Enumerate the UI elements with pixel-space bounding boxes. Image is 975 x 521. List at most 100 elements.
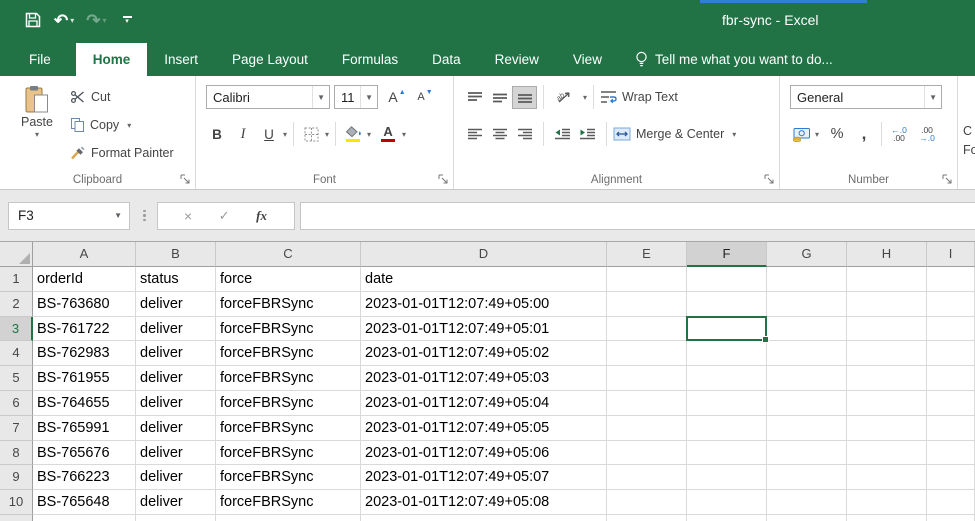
cell-A3[interactable]: BS-761722 [33, 317, 136, 342]
decrease-indent-button[interactable] [550, 123, 575, 146]
column-header-B[interactable]: B [136, 242, 216, 267]
cell-F6[interactable] [687, 391, 767, 416]
borders-dropdown-icon[interactable]: ▾ [325, 130, 329, 139]
cell-A5[interactable]: BS-761955 [33, 366, 136, 391]
orientation-button[interactable]: ab [550, 86, 580, 109]
cell-E4[interactable] [607, 341, 687, 366]
cell-D1[interactable]: date [361, 267, 607, 292]
clipboard-dialog-launcher-icon[interactable] [180, 174, 191, 185]
cell-E8[interactable] [607, 441, 687, 466]
cell-G7[interactable] [767, 416, 847, 441]
cell-F8[interactable] [687, 441, 767, 466]
select-all-button[interactable] [0, 242, 33, 267]
cell-B1[interactable]: status [136, 267, 216, 292]
accounting-dropdown-icon[interactable]: ▾ [815, 130, 819, 139]
cell-G1[interactable] [767, 267, 847, 292]
font-color-dropdown-icon[interactable]: ▾ [402, 130, 406, 139]
column-header-F[interactable]: F [687, 242, 767, 267]
cell-H7[interactable] [847, 416, 927, 441]
copy-button[interactable]: Copy ▾ [70, 113, 174, 137]
cell-B6[interactable]: deliver [136, 391, 216, 416]
row-header-1[interactable]: 1 [0, 267, 33, 292]
cell-C2[interactable]: forceFBRSync [216, 292, 361, 317]
cell-C3[interactable]: forceFBRSync [216, 317, 361, 342]
cancel-icon[interactable]: × [184, 208, 192, 224]
cell-I8[interactable] [927, 441, 975, 466]
cell-D7[interactable]: 2023-01-01T12:07:49+05:05 [361, 416, 607, 441]
row-header-5[interactable]: 5 [0, 366, 33, 391]
cell-H9[interactable] [847, 465, 927, 490]
column-header-D[interactable]: D [361, 242, 607, 267]
cell-A6[interactable]: BS-764655 [33, 391, 136, 416]
cell-F9[interactable] [687, 465, 767, 490]
chevron-down-icon[interactable]: ▼ [312, 86, 329, 108]
cell-D9[interactable]: 2023-01-01T12:07:49+05:07 [361, 465, 607, 490]
column-header-G[interactable]: G [767, 242, 847, 267]
cell-G5[interactable] [767, 366, 847, 391]
font-size-combo[interactable]: 11 ▼ [334, 85, 378, 109]
column-header-C[interactable]: C [216, 242, 361, 267]
number-dialog-launcher-icon[interactable] [942, 174, 953, 185]
cell-C8[interactable]: forceFBRSync [216, 441, 361, 466]
row-header-2[interactable]: 2 [0, 292, 33, 317]
cell-B3[interactable]: deliver [136, 317, 216, 342]
cell-C6[interactable]: forceFBRSync [216, 391, 361, 416]
cell-H4[interactable] [847, 341, 927, 366]
tab-page-layout[interactable]: Page Layout [215, 43, 325, 76]
undo-button[interactable]: ↶ ▾ [54, 12, 74, 29]
cell-E6[interactable] [607, 391, 687, 416]
merge-center-button[interactable]: Merge & Center ▾ [613, 127, 736, 141]
cell-G10[interactable] [767, 490, 847, 515]
tab-formulas[interactable]: Formulas [325, 43, 415, 76]
increase-decimal-button[interactable]: ←.0 .00 [888, 122, 910, 146]
alignment-dialog-launcher-icon[interactable] [764, 174, 775, 185]
formula-bar-drag-handle[interactable] [143, 210, 146, 222]
align-left-button[interactable] [462, 123, 487, 146]
cell-H3[interactable] [847, 317, 927, 342]
cell-D2[interactable]: 2023-01-01T12:07:49+05:00 [361, 292, 607, 317]
tab-home[interactable]: Home [76, 43, 148, 76]
italic-button[interactable]: I [232, 122, 254, 146]
name-box-dropdown-icon[interactable]: ▼ [114, 211, 129, 220]
row-header-7[interactable]: 7 [0, 416, 33, 441]
column-header-I[interactable]: I [927, 242, 975, 267]
formula-input[interactable] [300, 202, 975, 230]
cell-G2[interactable] [767, 292, 847, 317]
format-painter-button[interactable]: Format Painter [70, 141, 174, 165]
cell-I4[interactable] [927, 341, 975, 366]
row-header-6[interactable]: 6 [0, 391, 33, 416]
cell-A10[interactable]: BS-765648 [33, 490, 136, 515]
customize-quick-access-button[interactable]: ▾ [123, 16, 132, 24]
cell-C10[interactable]: forceFBRSync [216, 490, 361, 515]
cell-H6[interactable] [847, 391, 927, 416]
chevron-down-icon[interactable]: ▼ [360, 86, 377, 108]
font-name-combo[interactable]: Calibri ▼ [206, 85, 330, 109]
row-header-8[interactable]: 8 [0, 441, 33, 466]
column-header-E[interactable]: E [607, 242, 687, 267]
wrap-text-button[interactable]: Wrap Text [600, 90, 678, 104]
cell-A1[interactable]: orderId [33, 267, 136, 292]
cell-F10[interactable] [687, 490, 767, 515]
cell-H11[interactable] [847, 515, 927, 521]
increase-indent-button[interactable] [575, 123, 600, 146]
cell-E2[interactable] [607, 292, 687, 317]
cell-D10[interactable]: 2023-01-01T12:07:49+05:08 [361, 490, 607, 515]
cell-D3[interactable]: 2023-01-01T12:07:49+05:01 [361, 317, 607, 342]
cell-F11[interactable] [687, 515, 767, 521]
cell-F3[interactable] [687, 317, 767, 342]
column-header-A[interactable]: A [33, 242, 136, 267]
undo-dropdown-icon[interactable]: ▾ [70, 16, 74, 25]
cell-A11[interactable] [33, 515, 136, 521]
cell-H5[interactable] [847, 366, 927, 391]
tab-view[interactable]: View [556, 43, 619, 76]
cell-G9[interactable] [767, 465, 847, 490]
save-button[interactable] [24, 11, 42, 29]
cell-G11[interactable] [767, 515, 847, 521]
cell-I5[interactable] [927, 366, 975, 391]
cell-E5[interactable] [607, 366, 687, 391]
name-box[interactable]: F3 ▼ [8, 202, 130, 230]
tell-me-box[interactable]: Tell me what you want to do... [635, 43, 833, 76]
increase-font-size-button[interactable]: A ▲ [386, 85, 408, 109]
cell-E10[interactable] [607, 490, 687, 515]
cell-H10[interactable] [847, 490, 927, 515]
